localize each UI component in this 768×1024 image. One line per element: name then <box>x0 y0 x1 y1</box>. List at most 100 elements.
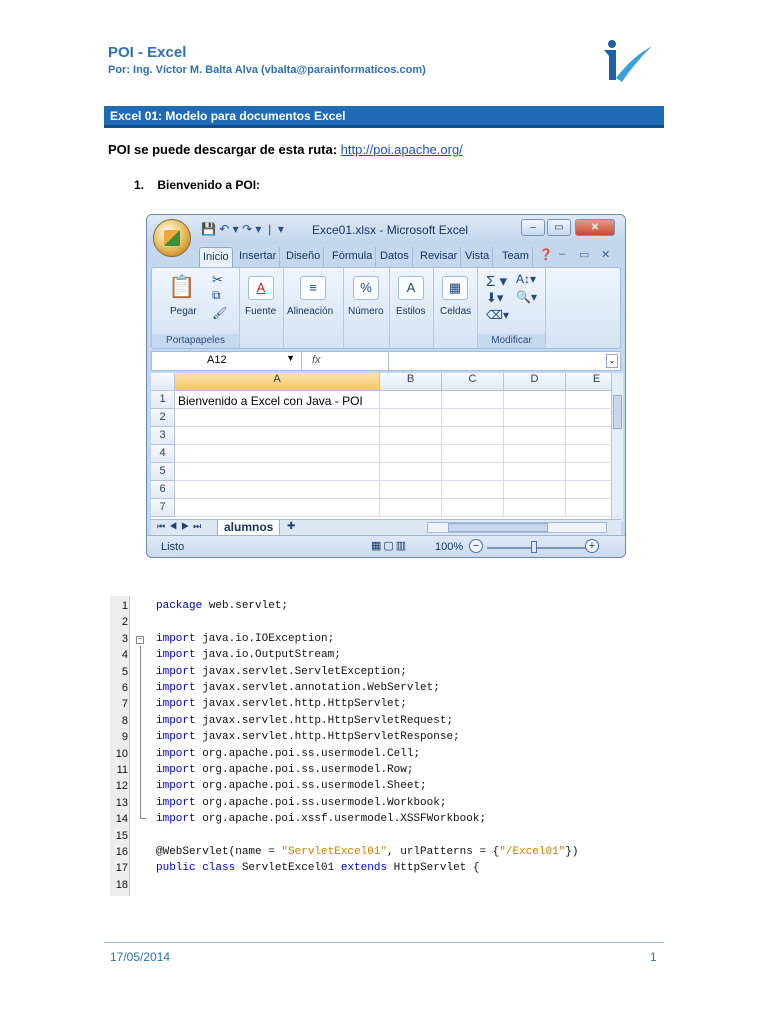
scrollbar-thumb[interactable] <box>448 523 548 532</box>
copy-icon[interactable]: ⧉ <box>212 288 221 303</box>
tab-formulas[interactable]: Fórmula <box>329 247 377 267</box>
zoom-level[interactable]: 100% <box>435 541 463 553</box>
help-icon[interactable]: ❓ <box>539 248 553 261</box>
cell[interactable] <box>175 481 380 499</box>
row-header[interactable]: 4 <box>151 445 175 463</box>
fold-toggle-icon[interactable]: − <box>136 636 144 644</box>
cell[interactable] <box>504 481 566 499</box>
zoom-slider[interactable] <box>487 547 587 549</box>
column-header-d[interactable]: D <box>504 373 566 391</box>
ribbon-restore-icon[interactable]: ▭ <box>579 248 589 261</box>
tab-inicio[interactable]: Inicio <box>199 247 233 267</box>
tab-insertar[interactable]: Insertar <box>236 247 281 267</box>
cell[interactable] <box>380 445 442 463</box>
column-header-e[interactable]: E <box>566 373 611 391</box>
cell[interactable] <box>442 391 504 409</box>
group-fuente[interactable]: A Fuente <box>240 268 284 348</box>
sheet-tab-alumnos[interactable]: alumnos <box>217 520 281 536</box>
chevron-down-icon[interactable]: ▼ <box>286 353 295 363</box>
ribbon-close-icon[interactable]: ✕ <box>601 248 610 261</box>
vertical-scrollbar[interactable] <box>611 373 623 521</box>
spreadsheet-grid: A B C D E 1 2 3 4 5 6 7 Bienvenido a Exc… <box>151 373 611 521</box>
group-numero[interactable]: % Número <box>344 268 390 348</box>
cell[interactable] <box>442 463 504 481</box>
cell[interactable] <box>175 445 380 463</box>
name-box[interactable]: A12 ▼ <box>152 352 302 370</box>
tab-revisar[interactable]: Revisar <box>417 247 462 267</box>
row-header[interactable]: 6 <box>151 481 175 499</box>
horizontal-scrollbar[interactable] <box>427 522 607 533</box>
cell[interactable] <box>175 463 380 481</box>
zoom-out-icon[interactable]: − <box>469 539 483 553</box>
cell[interactable] <box>380 409 442 427</box>
cell[interactable] <box>566 445 611 463</box>
cell[interactable] <box>380 481 442 499</box>
cell[interactable] <box>566 427 611 445</box>
sheet-navigation-icons[interactable]: ⏮◀▶⏭ <box>157 521 205 532</box>
tab-diseno[interactable]: Diseño <box>283 247 325 267</box>
office-button[interactable] <box>153 219 191 257</box>
group-estilos[interactable]: A Estilos <box>390 268 434 348</box>
poi-download-link[interactable]: http://poi.apache.org/ <box>341 142 463 157</box>
minimize-icon[interactable]: – <box>521 219 545 236</box>
cell[interactable] <box>504 463 566 481</box>
expand-formula-icon[interactable]: ⌄ <box>606 354 618 368</box>
cell[interactable] <box>504 409 566 427</box>
cell[interactable] <box>175 409 380 427</box>
insert-sheet-icon[interactable]: ✚ <box>287 521 295 532</box>
tab-team[interactable]: Team <box>499 247 533 267</box>
tab-datos[interactable]: Datos <box>377 247 413 267</box>
row-header[interactable]: 7 <box>151 499 175 517</box>
sort-filter-icon[interactable]: A↕▾ <box>516 272 536 286</box>
cell[interactable] <box>380 427 442 445</box>
cell[interactable] <box>504 391 566 409</box>
group-alineacion[interactable]: ≡ Alineación <box>284 268 344 348</box>
cut-icon[interactable]: ✂ <box>212 272 223 288</box>
paste-icon[interactable]: 📋 <box>168 274 195 300</box>
cell[interactable] <box>442 445 504 463</box>
row-header[interactable]: 5 <box>151 463 175 481</box>
cell[interactable] <box>380 463 442 481</box>
cell[interactable] <box>380 391 442 409</box>
autosum-icon[interactable]: Σ ▾ <box>486 272 507 290</box>
cell[interactable] <box>442 409 504 427</box>
cell[interactable] <box>175 427 380 445</box>
zoom-slider-knob[interactable] <box>531 541 537 553</box>
clear-icon[interactable]: ⌫▾ <box>486 308 509 322</box>
column-header-b[interactable]: B <box>380 373 442 391</box>
zoom-in-icon[interactable]: + <box>585 539 599 553</box>
maximize-icon[interactable]: ▭ <box>547 219 571 236</box>
cell[interactable] <box>566 409 611 427</box>
find-select-icon[interactable]: 🔍▾ <box>516 290 537 304</box>
row-header[interactable]: 2 <box>151 409 175 427</box>
cell[interactable] <box>504 445 566 463</box>
cell[interactable] <box>504 499 566 517</box>
tab-vista[interactable]: Vista <box>462 247 494 267</box>
cell[interactable] <box>175 499 380 517</box>
fill-icon[interactable]: ⬇▾ <box>486 290 503 306</box>
code-keyword: import <box>156 813 196 826</box>
row-header[interactable]: 1 <box>151 391 175 409</box>
close-icon[interactable]: ✕ <box>575 219 615 236</box>
group-celdas[interactable]: ▦ Celdas <box>434 268 478 348</box>
select-all-corner[interactable] <box>151 373 175 391</box>
format-painter-icon[interactable]: 🖌 <box>212 306 227 320</box>
cell[interactable] <box>566 463 611 481</box>
cell[interactable] <box>442 499 504 517</box>
ribbon-minimize-icon[interactable]: – <box>559 248 565 260</box>
quick-access-toolbar[interactable]: 💾 ↶ ▾ ↷ ▾ | ▾ <box>201 222 284 236</box>
row-header[interactable]: 3 <box>151 427 175 445</box>
cell[interactable] <box>566 499 611 517</box>
cell[interactable] <box>442 427 504 445</box>
column-header-a[interactable]: A <box>175 373 380 391</box>
scrollbar-thumb[interactable] <box>613 395 622 429</box>
cell[interactable] <box>566 481 611 499</box>
view-buttons-icon[interactable]: ▦▢▥ <box>371 539 408 552</box>
column-header-c[interactable]: C <box>442 373 504 391</box>
cell[interactable] <box>504 427 566 445</box>
cell-a1[interactable]: Bienvenido a Excel con Java - POI <box>175 391 380 409</box>
cell[interactable] <box>442 481 504 499</box>
fx-icon[interactable]: fx <box>312 354 321 366</box>
cell[interactable] <box>380 499 442 517</box>
cell[interactable] <box>566 391 611 409</box>
